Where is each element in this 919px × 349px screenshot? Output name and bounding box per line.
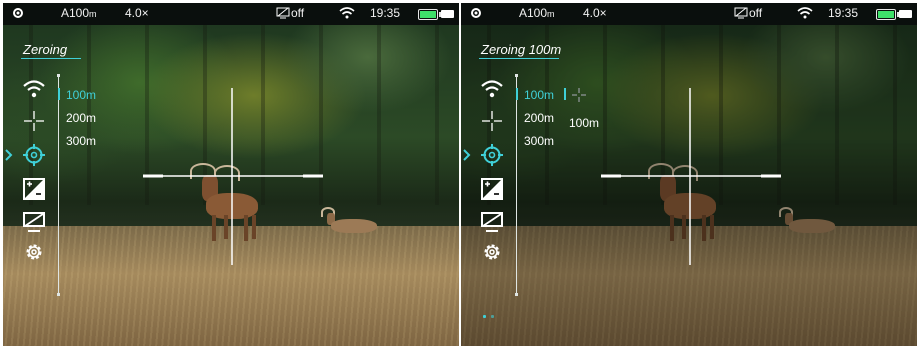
zeroing-target-icon[interactable] [22,144,46,166]
settings-gear-icon[interactable] [480,241,504,263]
external-power-icon [899,10,912,18]
display-off-icon [276,7,290,19]
profile-gear-icon [471,8,481,18]
profile-gear-icon [13,8,23,18]
submenu-distance-label: 100m [569,116,600,130]
brightness-icon[interactable] [22,178,46,200]
menu-title: Zeroing [23,42,68,57]
submenu-marker [564,88,566,100]
wifi-icon [797,7,813,19]
option-300m[interactable]: 300m [66,134,96,148]
status-bar: A100m 4.0× off 19:35 [3,3,459,25]
scene-image [461,25,917,346]
selected-option-marker [516,88,518,100]
zoom-level: 4.0× [583,6,607,20]
wifi-icon [339,7,355,19]
profile-indicator: A100m [519,6,555,20]
selected-option-marker [58,88,60,100]
external-power-icon [441,10,454,18]
display-off-icon[interactable] [22,211,46,233]
option-200m[interactable]: 200m [66,111,96,125]
display-mode-label: off [749,6,763,20]
zoom-level: 4.0× [125,6,149,20]
brightness-icon[interactable] [480,178,504,200]
option-200m[interactable]: 200m [524,111,554,125]
title-underline [479,58,559,59]
viewfinder-screen-zeroing: A100m 4.0× off 19:35 Zeroing 100m 200m 3… [3,3,459,346]
option-300m[interactable]: 300m [524,134,554,148]
battery-icon [418,9,441,20]
red-deer-stag [188,163,268,243]
fallow-deer [321,207,381,237]
wifi-icon[interactable] [22,78,46,100]
fallow-deer [779,207,839,237]
display-off-icon [734,7,748,19]
clock: 19:35 [370,6,401,20]
profile-indicator: A100m [61,6,97,20]
battery-icon [876,9,899,20]
mini-crosshair-icon [572,88,586,102]
crosshair-icon[interactable] [480,110,504,132]
selection-arrow-icon [463,149,471,161]
status-bar: A100m 4.0× off 19:35 [461,3,917,25]
menu-title: Zeroing 100m [481,42,562,57]
option-100m[interactable]: 100m [66,88,96,102]
red-deer-stag [646,163,726,243]
page-indicator [483,315,503,319]
wifi-icon[interactable] [480,78,504,100]
crosshair-icon[interactable] [22,110,46,132]
settings-gear-icon[interactable] [22,241,46,263]
value-scale-line [515,74,518,296]
title-underline [21,58,81,59]
value-scale-line [57,74,60,296]
clock: 19:35 [828,6,859,20]
option-100m[interactable]: 100m [524,88,554,102]
zeroing-target-icon[interactable] [480,144,504,166]
viewfinder-screen-zeroing-100m: A100m 4.0× off 19:35 Zeroing 100m 100m 2… [461,3,917,346]
selection-arrow-icon [5,149,13,161]
display-off-icon[interactable] [480,211,504,233]
display-mode-label: off [291,6,305,20]
scene-image [3,25,459,346]
